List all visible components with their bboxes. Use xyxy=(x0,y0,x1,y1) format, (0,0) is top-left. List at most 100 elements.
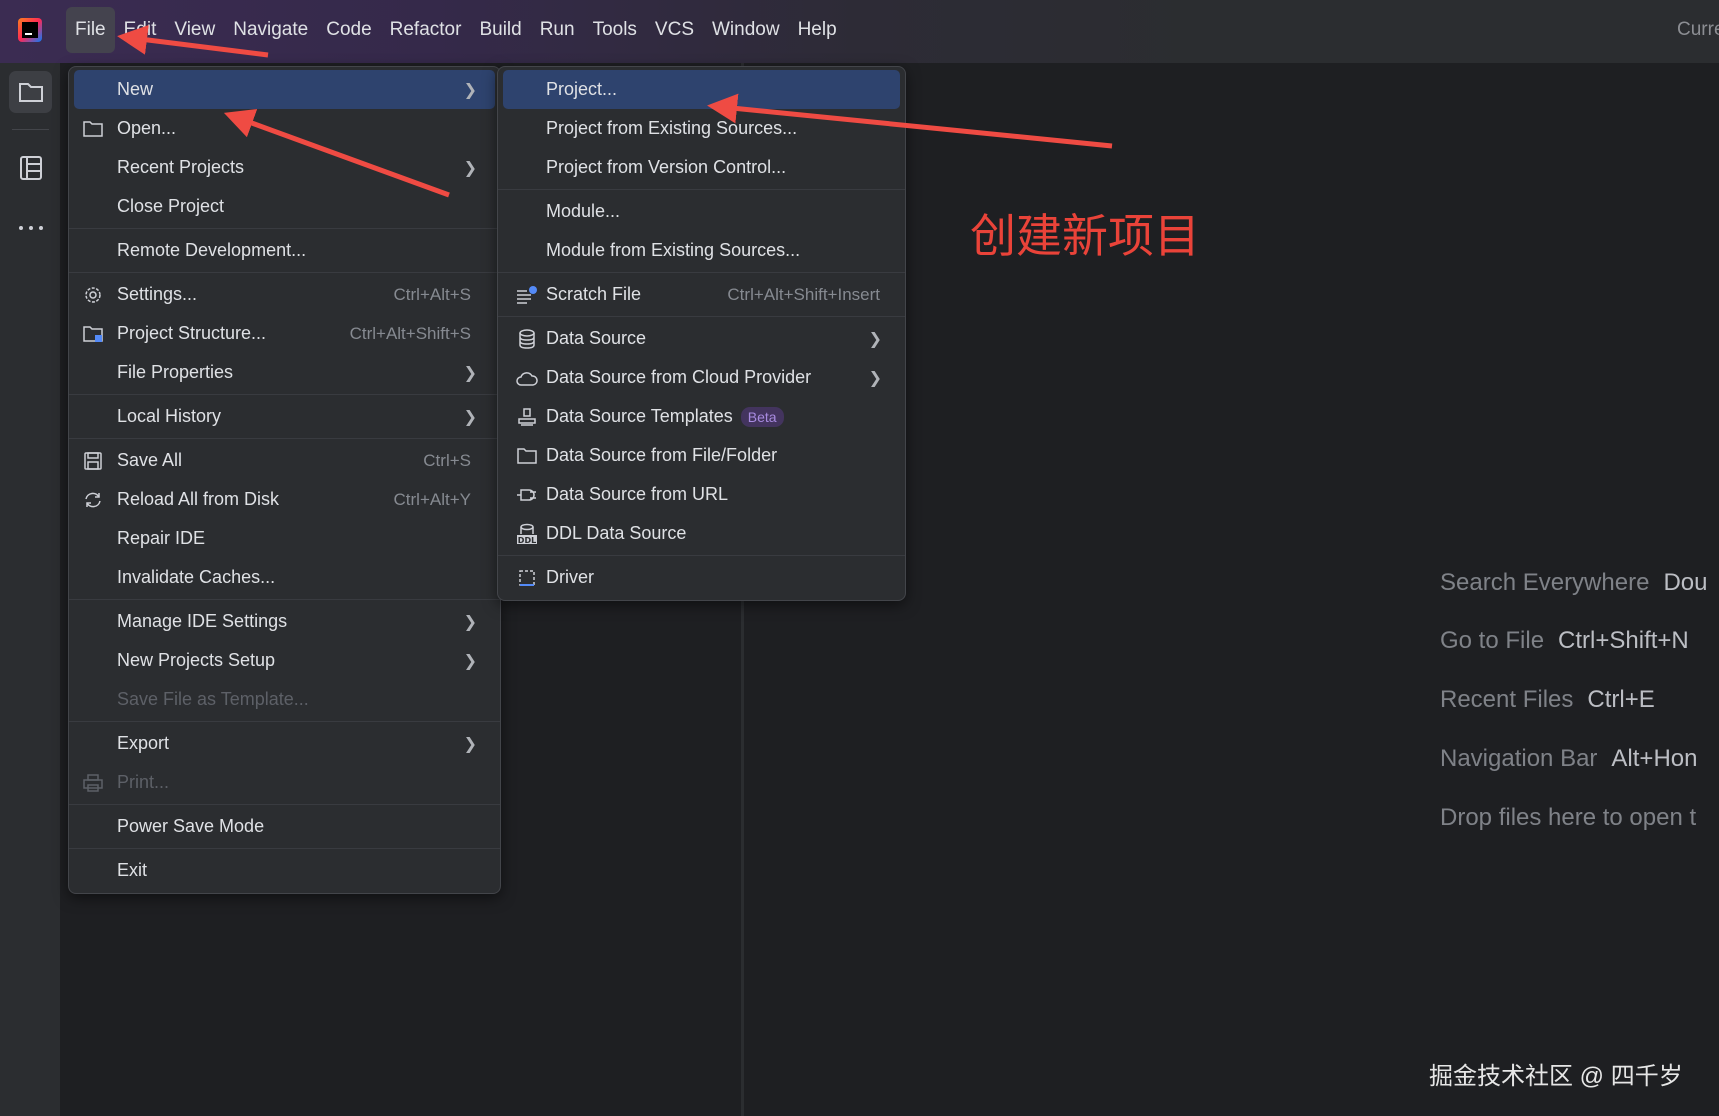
menu-item-label: Open... xyxy=(117,118,176,139)
menu-item-label: Manage IDE Settings xyxy=(117,611,287,632)
shortcut-label: Ctrl+Alt+Y xyxy=(393,489,471,509)
menu-item-local-history[interactable]: Local History ❯ xyxy=(74,397,495,436)
menu-item-label: New xyxy=(117,79,153,100)
hint-search-everywhere: Search Everywhere Dou xyxy=(1440,569,1707,597)
menu-item-new-projects-setup[interactable]: New Projects Setup ❯ xyxy=(74,641,495,680)
label-text: Reload All from Disk xyxy=(117,489,280,509)
menu-item-repair-ide[interactable]: Repair IDE xyxy=(74,519,495,558)
menu-item-label: Remote Development... xyxy=(117,240,306,261)
menu-window[interactable]: Window xyxy=(703,7,789,53)
hint-label: Navigation Bar xyxy=(1440,745,1598,772)
menu-item-export[interactable]: Export ❯ xyxy=(74,724,495,763)
cloud-icon xyxy=(516,367,538,389)
label-text: Save All xyxy=(117,450,183,470)
menu-item-close-project[interactable]: Close Project xyxy=(74,187,495,226)
menu-item-project-from-version-control[interactable]: Project from Version Control... xyxy=(503,148,900,187)
stamp-icon xyxy=(516,406,538,428)
menu-item-open[interactable]: Open... xyxy=(74,109,495,148)
scratch-icon xyxy=(516,284,538,306)
menu-item-module[interactable]: Module... xyxy=(503,192,900,231)
menu-item-module-from-existing-sources[interactable]: Module from Existing Sources... xyxy=(503,231,900,270)
more-tools-button[interactable] xyxy=(9,207,52,249)
menu-item-label: Project... xyxy=(546,79,617,100)
menu-tools[interactable]: Tools xyxy=(584,7,646,53)
menu-item-label: Scratch File xyxy=(546,284,641,305)
menu-item-label: Local History xyxy=(117,406,221,427)
label-text: Module... xyxy=(546,201,621,221)
gear-icon xyxy=(82,284,104,306)
structure-tool-button[interactable] xyxy=(9,147,52,189)
menu-view[interactable]: View xyxy=(165,7,224,53)
menu-item-ddl-data-source[interactable]: DDL DDL Data Source xyxy=(503,514,900,553)
hint-label: Go to File xyxy=(1440,627,1545,654)
menu-build[interactable]: Build xyxy=(470,7,530,53)
menu-navigate[interactable]: Navigate xyxy=(224,7,317,53)
menu-item-settings[interactable]: Settings... Ctrl+Alt+S xyxy=(74,275,495,314)
label-text: Exit xyxy=(117,860,148,880)
menu-item-driver[interactable]: Driver xyxy=(503,558,900,597)
menu-item-label: Save File as Template... xyxy=(117,689,309,710)
menu-item-project-from-existing-sources[interactable]: Project from Existing Sources... xyxy=(503,109,900,148)
menu-item-file-properties[interactable]: File Properties ❯ xyxy=(74,353,495,392)
chevron-right-icon: ❯ xyxy=(463,613,477,631)
hint-recent-files: Recent Files Ctrl+E xyxy=(1440,686,1655,714)
menu-item-label: Exit xyxy=(117,860,147,881)
menu-item-print: Print... xyxy=(74,763,495,802)
menu-item-project-structure[interactable]: Project Structure... Ctrl+Alt+Shift+S xyxy=(74,314,495,353)
menu-item-data-source-templates[interactable]: Data Source Templates Beta xyxy=(503,397,900,436)
project-structure-icon xyxy=(82,323,104,345)
label-text: Data Source from Cloud Provider xyxy=(546,367,812,387)
menu-item-new[interactable]: New ❯ xyxy=(74,70,495,109)
menu-item-label: Reload All from Disk xyxy=(117,489,279,510)
label-text: Power Save Mode xyxy=(117,816,265,836)
menu-item-label: Project from Existing Sources... xyxy=(546,118,797,139)
label-text: Data Source xyxy=(546,328,647,348)
label-text: Project from Existing Sources... xyxy=(546,118,798,138)
label-text: Save File as Template... xyxy=(117,689,309,709)
label-text: Project... xyxy=(546,79,618,99)
menu-item-power-save-mode[interactable]: Power Save Mode xyxy=(74,807,495,846)
menu-item-label: DDL Data Source xyxy=(546,523,686,544)
menu-item-label: Settings... xyxy=(117,284,197,305)
title-bar: File Edit View Navigate Code Refactor Build Run… xyxy=(0,0,1719,63)
chevron-right-icon: ❯ xyxy=(868,369,882,387)
menu-item-invalidate-caches[interactable]: Invalidate Caches... xyxy=(74,558,495,597)
menu-item-label: Export xyxy=(117,733,169,754)
menu-file[interactable]: File xyxy=(66,7,115,53)
menu-item-exit[interactable]: Exit xyxy=(74,851,495,890)
menu-item-label: File Properties xyxy=(117,362,233,383)
menu-item-label: Data Source from URL xyxy=(546,484,728,505)
menu-item-save-all[interactable]: Save All Ctrl+S xyxy=(74,441,495,480)
shortcut-label: Ctrl+Alt+Shift+Insert xyxy=(727,284,880,304)
reload-icon xyxy=(82,489,104,511)
label-text: Manage IDE Settings xyxy=(117,611,288,631)
label-text: Project Structure... xyxy=(117,323,267,343)
menu-item-data-source-from-url[interactable]: Data Source from URL xyxy=(503,475,900,514)
label-text: Module from Existing Sources... xyxy=(546,240,801,260)
menu-vcs[interactable]: VCS xyxy=(646,7,703,53)
print-icon xyxy=(82,772,104,794)
plug-icon xyxy=(516,484,538,506)
menu-run[interactable]: Run xyxy=(531,7,584,53)
menu-item-label: Module... xyxy=(546,201,620,222)
menu-item-scratch-file[interactable]: Scratch File Ctrl+Alt+Shift+Insert xyxy=(503,275,900,314)
chevron-right-icon: ❯ xyxy=(868,330,882,348)
menu-item-project[interactable]: Project... xyxy=(503,70,900,109)
menu-refactor[interactable]: Refactor xyxy=(381,7,471,53)
menu-help[interactable]: Help xyxy=(789,7,846,53)
menu-item-reload-all-from-disk[interactable]: Reload All from Disk Ctrl+Alt+Y xyxy=(74,480,495,519)
left-tool-strip xyxy=(0,63,61,1116)
shortcut-label: Ctrl+Alt+S xyxy=(393,284,471,304)
watermark: 掘金技术社区 @ 四千岁 xyxy=(1429,1063,1683,1090)
menu-item-manage-ide-settings[interactable]: Manage IDE Settings ❯ xyxy=(74,602,495,641)
menu-item-recent-projects[interactable]: Recent Projects ❯ xyxy=(74,148,495,187)
menu-item-data-source-from-file-folder[interactable]: Data Source from File/Folder xyxy=(503,436,900,475)
project-tool-button[interactable] xyxy=(9,71,52,113)
menu-item-data-source[interactable]: Data Source ❯ xyxy=(503,319,900,358)
menu-edit[interactable]: Edit xyxy=(115,7,166,53)
menu-code[interactable]: Code xyxy=(317,7,380,53)
menu-item-data-source-from-cloud-provider[interactable]: Data Source from Cloud Provider ❯ xyxy=(503,358,900,397)
intellij-logo-icon[interactable] xyxy=(18,18,42,42)
menu-item-remote-development[interactable]: Remote Development... xyxy=(74,231,495,270)
current-file-label[interactable]: Curre xyxy=(1677,19,1719,41)
